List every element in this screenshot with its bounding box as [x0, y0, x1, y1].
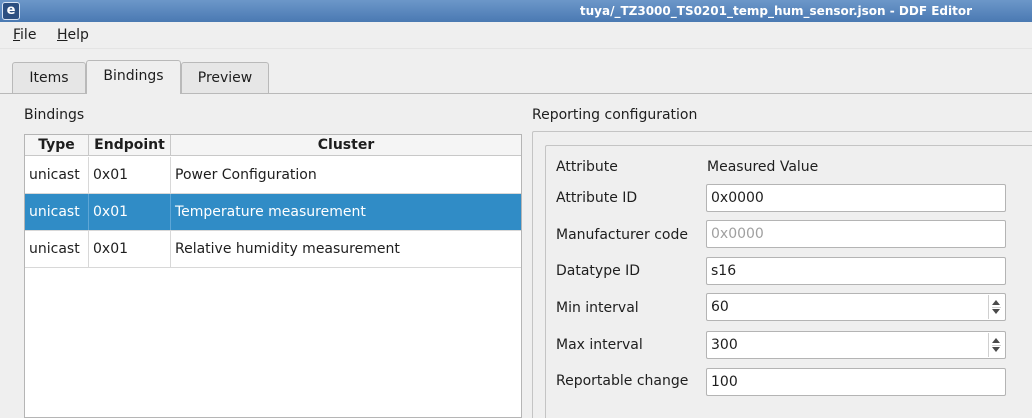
table-row[interactable]: unicast 0x01 Temperature measurement [25, 194, 521, 231]
cell-type: unicast [25, 231, 89, 267]
title-bar[interactable]: e tuya/_TZ3000_TS0201_temp_hum_sensor.js… [0, 0, 1032, 22]
attribute-value: Measured Value [707, 159, 819, 175]
manufacturer-code-input[interactable]: 0x0000 [706, 220, 1006, 248]
tab-preview[interactable]: Preview [181, 62, 269, 94]
cell-endpoint: 0x01 [89, 231, 171, 267]
cell-endpoint: 0x01 [89, 157, 171, 193]
min-interval-spin-buttons[interactable] [988, 295, 1004, 319]
max-interval-value: 300 [711, 337, 738, 353]
max-interval-label: Max interval [556, 337, 643, 353]
menu-file[interactable]: File [13, 27, 36, 43]
min-interval-label: Min interval [556, 300, 639, 316]
spin-divider [992, 345, 1001, 346]
reporting-section-label: Reporting configuration [532, 107, 698, 123]
menu-file-mnemonic: F [13, 27, 21, 43]
spin-up-icon[interactable] [992, 338, 1000, 343]
reportable-change-label: Reportable change [556, 373, 689, 389]
reportable-change-input[interactable]: 100 [706, 368, 1006, 396]
menu-help-mnemonic: H [57, 27, 68, 43]
attribute-id-label: Attribute ID [556, 190, 638, 206]
min-interval-spinbox[interactable]: 60 [706, 293, 1006, 321]
menu-help-label: elp [67, 27, 89, 43]
table-row[interactable]: unicast 0x01 Relative humidity measureme… [25, 231, 521, 268]
table-row[interactable]: unicast 0x01 Power Configuration [25, 157, 521, 194]
cell-cluster: Power Configuration [175, 167, 317, 183]
manufacturer-code-label: Manufacturer code [556, 227, 689, 243]
spin-divider [992, 307, 1001, 308]
menu-file-label: ile [20, 27, 37, 43]
attribute-id-input[interactable]: 0x0000 [706, 184, 1006, 212]
datatype-id-label: Datatype ID [556, 263, 641, 279]
cell-type: unicast [25, 157, 89, 193]
table-header: Type Endpoint Cluster [25, 135, 521, 156]
bindings-table[interactable]: Type Endpoint Cluster unicast 0x01 Power… [24, 134, 522, 418]
app-icon[interactable]: e [2, 2, 20, 20]
spin-down-icon[interactable] [992, 347, 1000, 352]
max-interval-spin-buttons[interactable] [988, 333, 1004, 357]
window-title: tuya/_TZ3000_TS0201_temp_hum_sensor.json… [579, 4, 972, 18]
spin-down-icon[interactable] [992, 309, 1000, 314]
max-interval-spinbox[interactable]: 300 [706, 331, 1006, 359]
bindings-section-label: Bindings [24, 107, 85, 123]
menu-bar: File Help [0, 22, 1032, 49]
tab-bindings[interactable]: Bindings [86, 60, 181, 94]
cell-endpoint: 0x01 [89, 194, 171, 230]
attribute-label: Attribute [556, 159, 618, 175]
column-header-type[interactable]: Type [25, 135, 89, 156]
min-interval-value: 60 [711, 299, 729, 315]
datatype-id-input[interactable]: s16 [706, 257, 1006, 285]
cell-cluster: Temperature measurement [175, 204, 366, 220]
menu-help[interactable]: Help [57, 27, 89, 43]
spin-up-icon[interactable] [992, 300, 1000, 305]
column-header-cluster[interactable]: Cluster [171, 135, 521, 156]
cell-cluster: Relative humidity measurement [175, 241, 400, 257]
cell-type: unicast [25, 194, 89, 230]
column-header-endpoint[interactable]: Endpoint [89, 135, 171, 156]
tab-items[interactable]: Items [12, 62, 86, 94]
